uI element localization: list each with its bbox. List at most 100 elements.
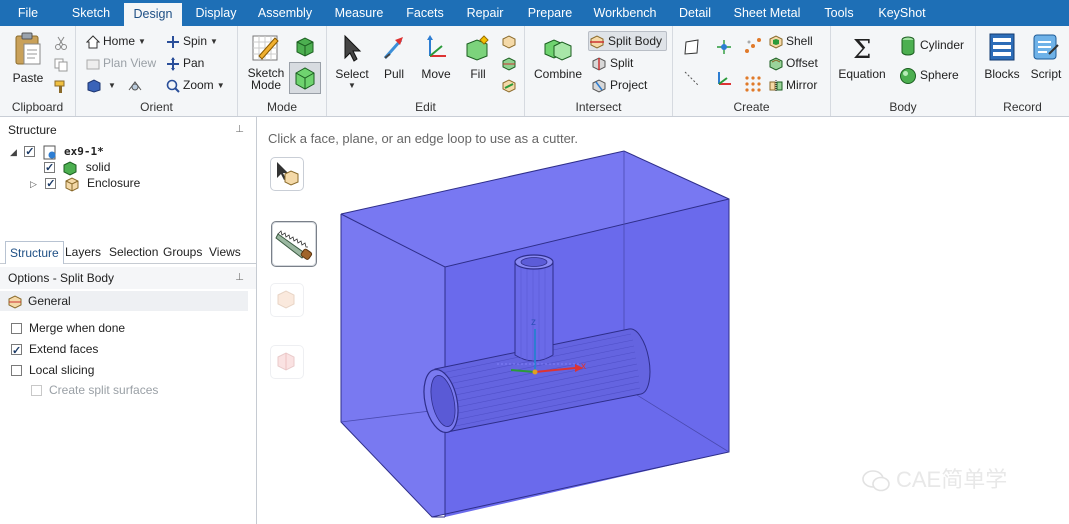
home-button[interactable]: Home ▼ bbox=[85, 32, 146, 50]
shell-button[interactable]: Shell bbox=[769, 32, 813, 50]
3d-viewport[interactable]: z x Click a face, plane, or an edge loop… bbox=[257, 117, 1069, 524]
mirror-label: Mirror bbox=[786, 78, 818, 92]
left-panel: Structure ⊥ ◢ ex9-1* solid ▷ Enclosure S… bbox=[0, 117, 257, 524]
sphere-button[interactable]: Sphere bbox=[899, 66, 959, 84]
general-label: General bbox=[28, 294, 71, 308]
local-slicing-checkbox[interactable] bbox=[11, 365, 22, 377]
tree-item-enclosure[interactable]: ▷ Enclosure bbox=[30, 175, 140, 192]
sphere-label: Sphere bbox=[920, 68, 959, 82]
tab-selection[interactable]: Selection bbox=[105, 241, 162, 263]
replace-face-icon[interactable] bbox=[501, 34, 517, 50]
menu-detail[interactable]: Detail bbox=[672, 0, 718, 26]
menu-facets[interactable]: Facets bbox=[400, 0, 450, 26]
tab-structure[interactable]: Structure bbox=[5, 241, 64, 264]
extend-faces-checkbox[interactable] bbox=[11, 342, 22, 360]
spin-button[interactable]: Spin ▼ bbox=[166, 32, 218, 50]
spin-icon bbox=[167, 35, 179, 48]
pin-icon[interactable]: ⊥ bbox=[235, 267, 244, 289]
split-body-icon bbox=[590, 35, 604, 49]
cylinder-button[interactable]: Cylinder bbox=[899, 36, 964, 56]
section-mode-icon[interactable] bbox=[294, 36, 316, 58]
solid-checkbox[interactable] bbox=[44, 160, 55, 176]
menu-prepare[interactable]: Prepare bbox=[522, 0, 578, 26]
cylinder-icon bbox=[901, 36, 915, 56]
chevron-down-icon: ▼ bbox=[348, 81, 356, 90]
project-icon bbox=[592, 79, 606, 93]
menu-measure[interactable]: Measure bbox=[328, 0, 390, 26]
mirror-button[interactable]: Mirror bbox=[769, 76, 817, 94]
pattern-icon[interactable] bbox=[743, 74, 763, 94]
tweak-face-icon[interactable] bbox=[501, 56, 517, 72]
menu-keyshot[interactable]: KeyShot bbox=[874, 0, 930, 26]
move-button[interactable]: Move bbox=[419, 34, 453, 81]
select-target-tool[interactable] bbox=[271, 221, 317, 267]
pull-button[interactable]: Pull bbox=[377, 34, 411, 81]
split-body-button[interactable]: Split Body bbox=[588, 31, 668, 51]
tree-root[interactable]: ◢ ex9-1* bbox=[10, 143, 104, 160]
coordinate-system-icon[interactable] bbox=[715, 70, 733, 88]
select-cutter-tool[interactable] bbox=[270, 157, 304, 191]
solid-mode-button[interactable] bbox=[289, 62, 321, 94]
zoom-label: Zoom bbox=[183, 78, 214, 92]
tree-root-checkbox[interactable] bbox=[24, 144, 36, 160]
ghost-cube-icon bbox=[277, 290, 295, 309]
watermark-text: CAE简单学 bbox=[896, 467, 1008, 492]
pin-icon[interactable]: ⊥ bbox=[235, 119, 244, 141]
extend-faces-option[interactable]: Extend faces bbox=[11, 340, 99, 360]
origin-icon[interactable] bbox=[715, 38, 733, 56]
paste-icon bbox=[15, 32, 41, 65]
blend-icon[interactable] bbox=[501, 78, 517, 94]
menu-file[interactable]: File bbox=[8, 0, 48, 26]
menu-assembly[interactable]: Assembly bbox=[252, 0, 318, 26]
menu-repair[interactable]: Repair bbox=[462, 0, 508, 26]
expand-arrow-icon[interactable]: ▷ bbox=[30, 179, 37, 189]
general-section[interactable]: General bbox=[0, 291, 248, 311]
menu-workbench[interactable]: Workbench bbox=[590, 0, 660, 26]
tree-item-solid[interactable]: solid bbox=[44, 159, 110, 176]
blocks-button[interactable]: Blocks bbox=[982, 32, 1022, 81]
axis-z-label: z bbox=[531, 317, 536, 328]
pull-icon bbox=[383, 37, 403, 59]
local-slicing-option[interactable]: Local slicing bbox=[11, 361, 94, 379]
enclosure-checkbox[interactable] bbox=[45, 176, 57, 192]
menu-tools[interactable]: Tools bbox=[816, 0, 862, 26]
extend-faces-label: Extend faces bbox=[29, 342, 99, 356]
tab-groups[interactable]: Groups bbox=[159, 241, 206, 263]
offset-button[interactable]: Offset bbox=[769, 54, 818, 72]
select-button[interactable]: Select ▼ bbox=[335, 34, 369, 90]
split-button[interactable]: Split bbox=[591, 54, 633, 72]
view-cube-button[interactable]: ▼ bbox=[86, 76, 146, 94]
plan-view-label: Plan View bbox=[103, 56, 157, 70]
format-painter-icon[interactable] bbox=[54, 80, 68, 94]
menu-design[interactable]: Design bbox=[124, 3, 182, 26]
fill-button[interactable]: Fill bbox=[461, 34, 495, 81]
cut-icon[interactable] bbox=[54, 36, 68, 50]
menu-sheet-metal[interactable]: Sheet Metal bbox=[730, 0, 804, 26]
menu-sketch[interactable]: Sketch bbox=[66, 0, 116, 26]
project-button[interactable]: Project bbox=[591, 76, 647, 94]
pan-button[interactable]: Pan bbox=[166, 54, 204, 72]
merge-when-done-checkbox[interactable] bbox=[11, 323, 22, 335]
project-label: Project bbox=[610, 78, 648, 92]
ribbon: Paste Clipboard Home ▼ Plan View ▼ Spin ▼ … bbox=[0, 26, 1069, 117]
expand-icon[interactable]: ◢ bbox=[10, 147, 17, 157]
plan-view-button[interactable]: Plan View bbox=[86, 54, 156, 72]
menu-display[interactable]: Display bbox=[190, 0, 242, 26]
combine-button[interactable]: Combine bbox=[533, 34, 583, 81]
axis-line-icon[interactable] bbox=[683, 70, 701, 88]
merge-when-done-label: Merge when done bbox=[29, 321, 126, 335]
script-button[interactable]: Script bbox=[1026, 32, 1066, 81]
point-cloud-icon[interactable] bbox=[743, 36, 763, 56]
paste-button[interactable]: Paste bbox=[8, 32, 48, 85]
tab-layers[interactable]: Layers bbox=[61, 241, 105, 263]
merge-when-done-option[interactable]: Merge when done bbox=[11, 319, 125, 337]
plane-icon[interactable] bbox=[683, 38, 701, 56]
select-arrow-icon bbox=[344, 34, 362, 62]
sketch-mode-button[interactable]: Sketch Mode bbox=[244, 32, 288, 91]
split-body-options-icon bbox=[8, 295, 22, 309]
equation-button[interactable]: Σ Equation bbox=[837, 34, 887, 81]
zoom-button[interactable]: Zoom ▼ bbox=[166, 76, 225, 94]
copy-icon[interactable] bbox=[54, 58, 68, 72]
sketch-mode-icon bbox=[252, 35, 279, 61]
tab-views[interactable]: Views bbox=[205, 241, 245, 263]
